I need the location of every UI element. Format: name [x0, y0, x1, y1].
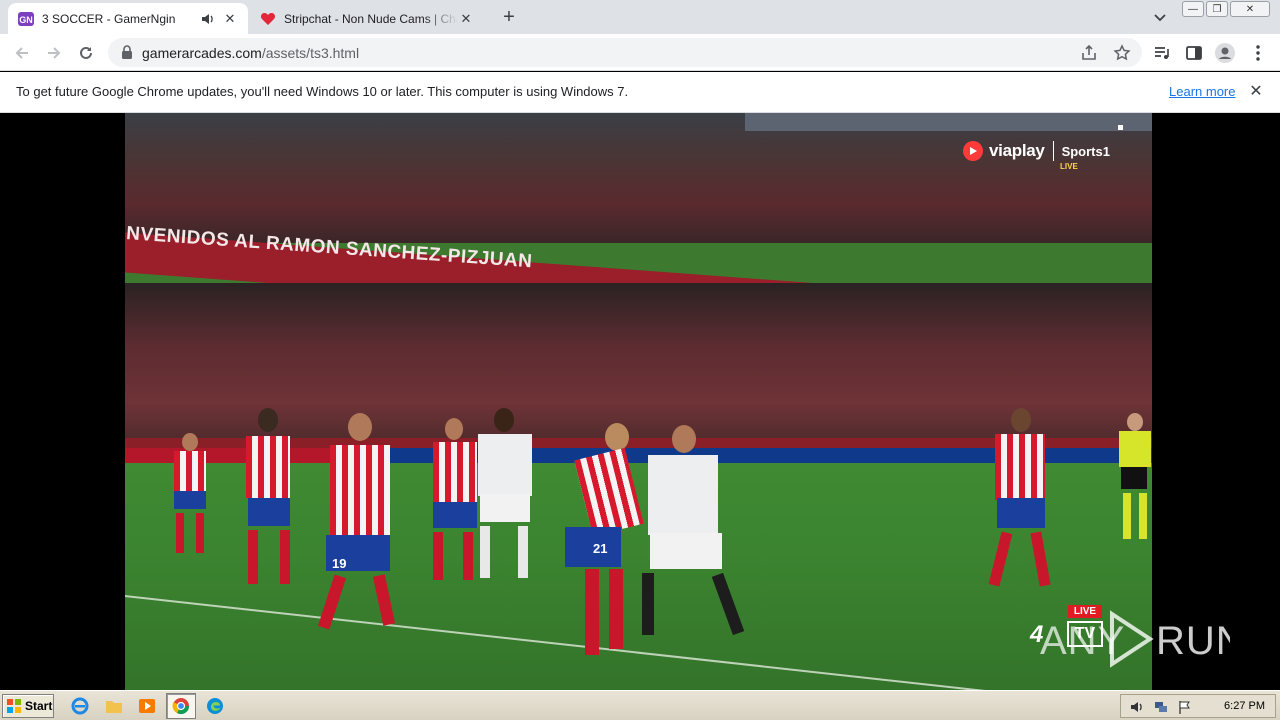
url-path: /assets/ts3.html	[261, 45, 360, 61]
media-player-icon[interactable]	[137, 696, 157, 716]
svg-text:GN: GN	[19, 15, 33, 25]
profile-avatar-icon[interactable]	[1215, 43, 1235, 63]
reload-icon	[80, 46, 92, 59]
viaplay-play-icon	[963, 141, 983, 161]
start-button[interactable]: Start	[2, 694, 54, 718]
media-control-icon[interactable]	[1152, 43, 1172, 63]
reload-button[interactable]	[76, 43, 96, 63]
volume-icon[interactable]	[1129, 699, 1145, 715]
learn-more-link[interactable]: Learn more	[1169, 84, 1235, 99]
close-tab-icon[interactable]: ✕	[458, 11, 474, 27]
menu-kebab-icon[interactable]	[1248, 43, 1268, 63]
stadium-roof	[745, 113, 1152, 131]
anyrun-watermark: ANY RUN	[1040, 608, 1230, 670]
internet-explorer-icon[interactable]	[70, 696, 90, 716]
viaplay-logo: viaplay Sports1	[963, 141, 1110, 161]
broadcaster-name: viaplay	[989, 141, 1045, 160]
referee	[1115, 413, 1152, 543]
url-domain: gamerarcades.com	[142, 45, 262, 61]
side-panel-icon[interactable]	[1184, 43, 1204, 63]
forward-arrow-icon	[48, 47, 61, 59]
window-controls: — ❐ ✕	[1182, 1, 1270, 17]
window-close-button[interactable]: ✕	[1230, 1, 1270, 17]
anyrun-logo-icon: ANY RUN	[1040, 610, 1230, 668]
action-center-flag-icon[interactable]	[1177, 699, 1193, 715]
player-sevilla	[470, 408, 540, 583]
tab-3-soccer[interactable]: GN 3 SOCCER - GamerNgin ✕	[8, 3, 248, 34]
bookmark-star-icon[interactable]	[1113, 44, 1131, 62]
player-atletico	[985, 408, 1055, 593]
update-infobar: To get future Google Chrome updates, you…	[0, 72, 1280, 113]
tab-stripchat[interactable]: Stripchat - Non Nude Cams | Chat wi ✕	[250, 3, 484, 34]
restore-button[interactable]: ❐	[1206, 1, 1228, 17]
tab-title: 3 SOCCER - GamerNgin	[42, 11, 176, 26]
live-indicator: LIVE	[1060, 162, 1078, 171]
chevron-down-icon[interactable]	[1152, 9, 1168, 25]
minimize-button[interactable]: —	[1182, 1, 1204, 17]
back-button[interactable]	[12, 43, 32, 63]
infobar-close-icon[interactable]: ✕	[1247, 83, 1265, 101]
player-atletico-number-19: 19	[317, 413, 400, 633]
player-number: 19	[332, 556, 347, 571]
windows-logo-icon	[7, 699, 21, 713]
corner-marker	[1118, 125, 1123, 130]
player-sevilla	[630, 425, 745, 650]
tab-strip: GN 3 SOCCER - GamerNgin ✕ Stripchat - No…	[0, 0, 1280, 34]
tab-title: Stripchat - Non Nude Cams | Chat wi	[284, 11, 458, 26]
new-tab-button[interactable]: +	[498, 7, 520, 29]
system-tray: 6:27 PM	[1120, 694, 1276, 718]
lock-icon[interactable]	[120, 45, 134, 60]
browser-toolbar: gamerarcades.com/assets/ts3.html	[0, 34, 1280, 71]
taskbar-clock[interactable]: 6:27 PM	[1224, 700, 1265, 712]
player-atletico	[170, 433, 210, 558]
address-bar[interactable]: gamerarcades.com/assets/ts3.html	[108, 38, 1142, 67]
channel-name: Sports1	[1061, 143, 1110, 159]
network-icon[interactable]	[1153, 699, 1169, 715]
close-tab-icon[interactable]: ✕	[222, 11, 238, 27]
soccer-video-player[interactable]: NVENIDOS AL RAMON SANCHEZ-PIZJUAN 19 21 …	[125, 113, 1152, 690]
share-icon[interactable]	[1080, 44, 1098, 62]
windows-taskbar: Start 6:27 PM	[0, 690, 1280, 720]
speaker-icon[interactable]	[200, 11, 216, 27]
file-explorer-icon[interactable]	[104, 696, 124, 716]
url-text[interactable]: gamerarcades.com/assets/ts3.html	[142, 45, 359, 61]
svg-text:RUN: RUN	[1156, 619, 1230, 663]
player-number: 21	[593, 541, 608, 556]
infobar-message: To get future Google Chrome updates, you…	[16, 84, 629, 99]
edge-icon[interactable]	[205, 696, 225, 716]
player-atletico	[240, 408, 296, 588]
heart-icon	[260, 11, 276, 27]
stadium-upper-stands	[125, 113, 1152, 243]
back-arrow-icon	[15, 47, 28, 59]
page-content: NVENIDOS AL RAMON SANCHEZ-PIZJUAN 19 21 …	[0, 113, 1280, 690]
gamerngin-favicon: GN	[18, 11, 34, 27]
forward-button[interactable]	[44, 43, 64, 63]
start-label: Start	[25, 699, 53, 713]
chrome-icon[interactable]	[171, 696, 191, 716]
